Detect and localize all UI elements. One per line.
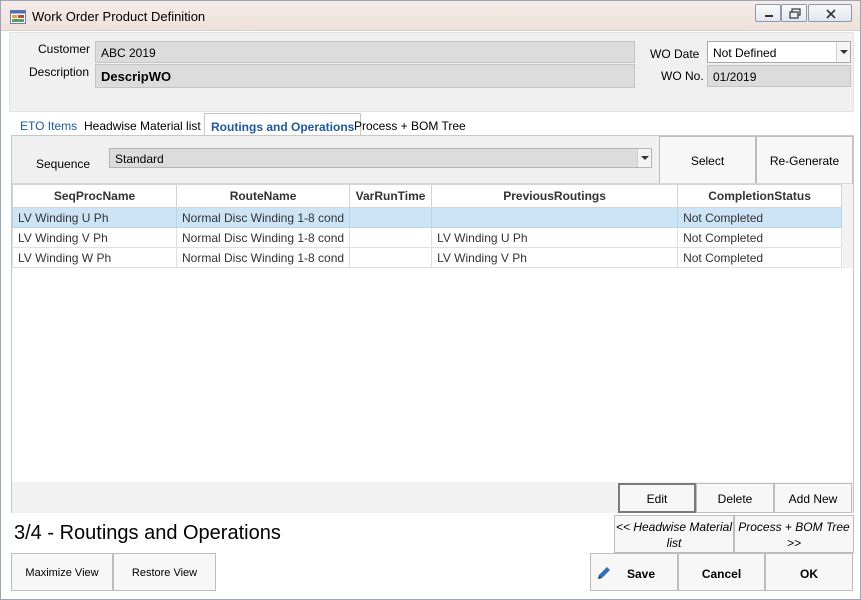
dropdown-arrow[interactable] (836, 42, 850, 62)
column-header[interactable]: SeqProcName (12, 184, 177, 208)
table-cell[interactable]: Normal Disc Winding 1-8 cond (175, 247, 351, 268)
app-form-icon (10, 10, 26, 24)
sequence-area: Sequence Standard (12, 136, 659, 183)
minimize-button[interactable] (755, 4, 781, 22)
wo-no-label: WO No. (661, 69, 704, 83)
table-row[interactable]: LV Winding V Ph Normal Disc Winding 1-8 … (12, 227, 843, 248)
regenerate-button[interactable]: Re-Generate (756, 136, 853, 184)
next-step-button[interactable]: Process + BOM Tree >> (734, 515, 854, 553)
sequence-label: Sequence (36, 157, 91, 171)
table-cell[interactable]: Not Completed (677, 247, 843, 268)
customer-label: Customer (38, 42, 91, 56)
chevron-down-icon (641, 156, 649, 160)
sequence-dropdown[interactable]: Standard (109, 148, 652, 168)
save-label: Save (626, 567, 656, 581)
window: Work Order Product Definition Customer A… (0, 0, 861, 600)
column-header[interactable]: RouteName (175, 184, 351, 208)
table-cell[interactable]: LV Winding U Ph (12, 207, 177, 228)
delete-button[interactable]: Delete (696, 483, 774, 513)
table-cell[interactable]: LV Winding U Ph (431, 227, 679, 248)
dropdown-arrow[interactable] (637, 149, 651, 167)
table-cell[interactable] (431, 207, 679, 228)
column-header[interactable]: PreviousRoutings (431, 184, 679, 208)
maximize-view-button[interactable]: Maximize View (11, 553, 113, 591)
grid-header-row: SeqProcName RouteName VarRunTime Previou… (12, 184, 843, 208)
table-cell[interactable]: LV Winding V Ph (431, 247, 679, 268)
routings-grid: SeqProcName RouteName VarRunTime Previou… (12, 183, 853, 513)
wo-no-field[interactable]: 01/2019 (707, 65, 851, 87)
column-header[interactable]: VarRunTime (349, 184, 433, 208)
tab-eto-items[interactable]: ETO Items (14, 115, 83, 137)
add-new-button[interactable]: Add New (774, 483, 852, 513)
cancel-button[interactable]: Cancel (678, 553, 765, 591)
table-cell[interactable]: Normal Disc Winding 1-8 cond (175, 207, 351, 228)
save-button[interactable]: Save (590, 553, 678, 591)
description-label: Description (29, 65, 90, 79)
close-icon (826, 9, 836, 19)
column-header[interactable]: CompletionStatus (677, 184, 843, 208)
restore-view-button[interactable]: Restore View (113, 553, 216, 591)
routings-panel: Sequence Standard Select Re-Generate Seq… (11, 135, 854, 513)
table-cell[interactable] (349, 227, 433, 248)
prev-step-button[interactable]: << Headwise Material list (614, 515, 734, 553)
close-window-button[interactable] (808, 4, 852, 22)
maximize-button[interactable] (781, 4, 807, 22)
table-cell[interactable]: Not Completed (677, 207, 843, 228)
table-cell[interactable]: LV Winding V Ph (12, 227, 177, 248)
table-row[interactable]: LV Winding U Ph Normal Disc Winding 1-8 … (12, 207, 843, 228)
tab-process-bom-tree[interactable]: Process + BOM Tree (348, 115, 472, 137)
sequence-value: Standard (115, 152, 164, 166)
wo-date-label: WO Date (650, 47, 700, 61)
table-cell[interactable] (349, 207, 433, 228)
pencil-icon (598, 567, 610, 579)
edit-button[interactable]: Edit (618, 483, 696, 513)
grid-empty-area (12, 268, 853, 482)
table-cell[interactable]: Not Completed (677, 227, 843, 248)
header-panel: Customer ABC 2019 Description DescripWO … (9, 32, 854, 112)
window-title: Work Order Product Definition (32, 9, 206, 24)
chevron-down-icon (840, 50, 848, 54)
description-field[interactable]: DescripWO (95, 64, 635, 88)
table-cell[interactable] (349, 247, 433, 268)
ok-button[interactable]: OK (765, 553, 853, 591)
minimize-icon (765, 15, 773, 17)
tab-headwise-material-list[interactable]: Headwise Material list (78, 115, 207, 137)
client-area: Customer ABC 2019 Description DescripWO … (9, 32, 854, 595)
table-row[interactable]: LV Winding W Ph Normal Disc Winding 1-8 … (12, 247, 843, 268)
table-cell[interactable]: Normal Disc Winding 1-8 cond (175, 227, 351, 248)
title-bar: Work Order Product Definition (1, 1, 860, 31)
wo-date-value: Not Defined (713, 46, 777, 60)
customer-field[interactable]: ABC 2019 (95, 41, 635, 63)
routings-table: SeqProcName RouteName VarRunTime Previou… (12, 184, 843, 268)
wo-date-dropdown[interactable]: Not Defined (707, 41, 851, 63)
step-status: 3/4 - Routings and Operations (14, 522, 281, 544)
select-button[interactable]: Select (659, 136, 756, 184)
tab-strip: ETO Items Headwise Material list Routing… (9, 113, 854, 138)
table-cell[interactable]: LV Winding W Ph (12, 247, 177, 268)
restore-icon (789, 8, 801, 19)
